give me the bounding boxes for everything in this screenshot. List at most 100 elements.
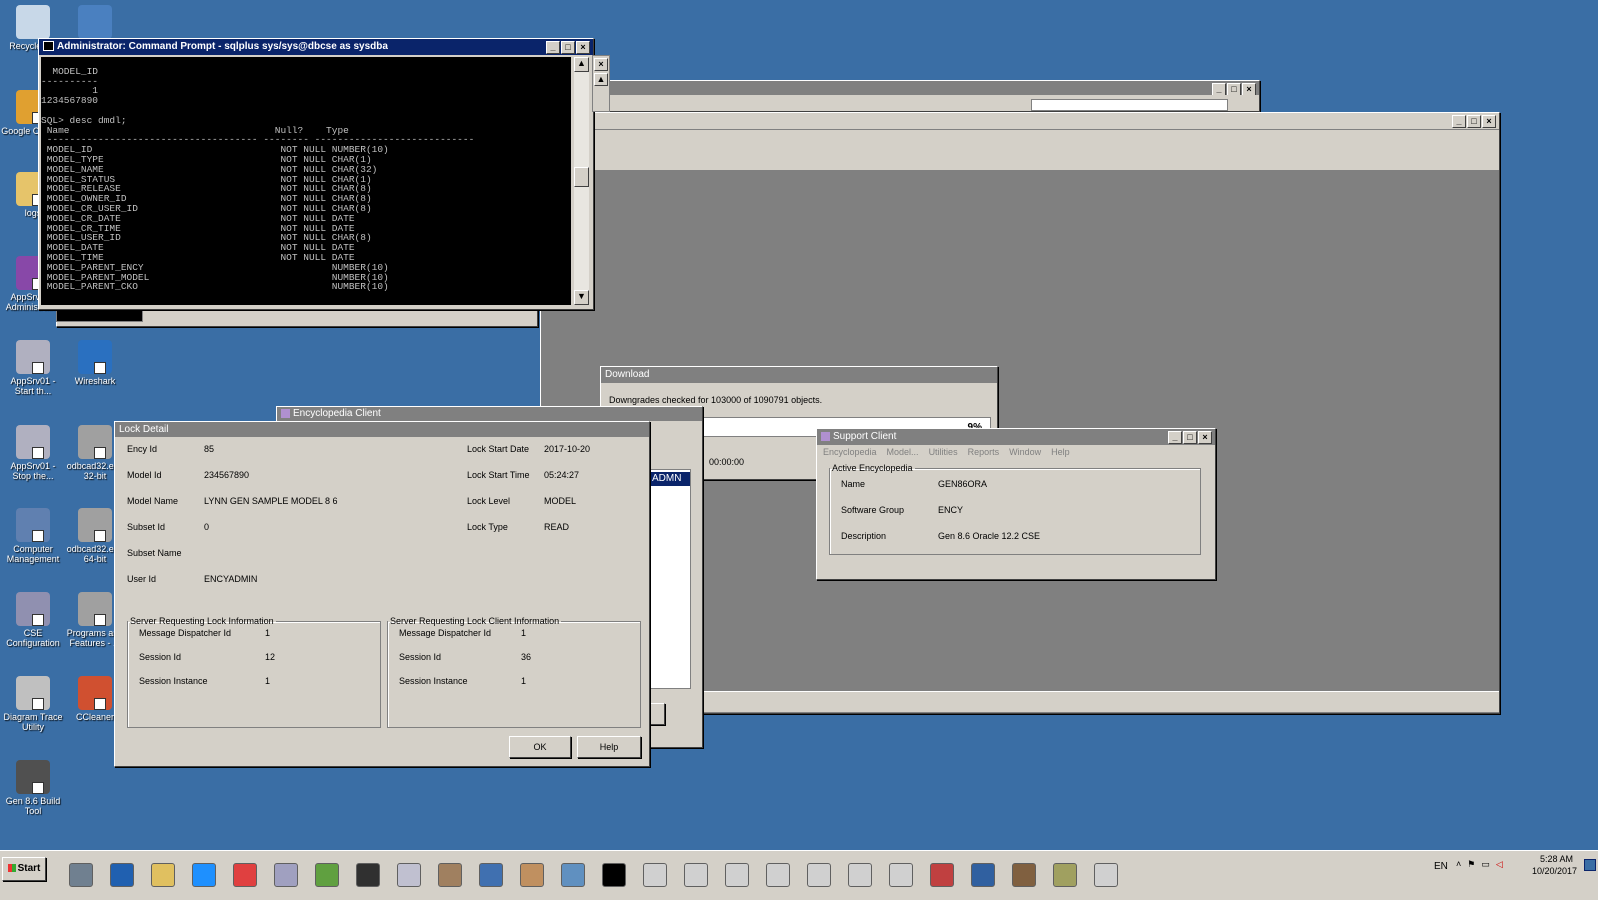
taskbar-button[interactable] [435,859,465,889]
background-window-2[interactable]: _ □ × [590,80,1260,112]
desktop-icon[interactable] [62,5,128,41]
server-manager-icon [69,863,93,887]
field-value: LYNN GEN SAMPLE MODEL 8 6 [204,496,338,506]
taskbar-button[interactable] [271,859,301,889]
window-icon [1094,863,1118,887]
taskbar-button[interactable] [927,859,957,889]
shortcut-arrow-icon [94,614,106,626]
side-scroll[interactable]: × ▲ [592,55,610,112]
download-status: Downgrades checked for 103000 of 1090791… [609,395,823,405]
taskbar-button[interactable] [558,859,588,889]
cse-config-icon [16,592,50,626]
close-button[interactable]: × [576,41,590,54]
support-client-window[interactable]: Support Client _ □ × Encyclopedia Model..… [816,428,1216,580]
menu-item[interactable]: Encyclopedia [823,447,877,461]
desktop-icon[interactable]: AppSrv01 - Stop the... [0,425,66,481]
menu-item[interactable]: Model... [887,447,919,461]
diagram-trace-icon [16,676,50,710]
shortcut-arrow-icon [32,698,44,710]
desktop-icon-label: AppSrv01 - Stop the... [10,461,56,481]
cmd-output[interactable]: MODEL_ID ---------- 1 1234567890 SQL> de… [41,57,571,305]
menu-item[interactable]: Help [1051,447,1070,461]
taskbar-button[interactable] [599,859,629,889]
taskbar-button[interactable] [312,859,342,889]
taskbar-button[interactable] [763,859,793,889]
help-button[interactable]: Help [577,736,641,758]
powershell-icon [110,863,134,887]
field-label: Description [841,531,887,541]
volume-icon[interactable]: ◁ [1496,859,1503,871]
desktop-icon[interactable]: Gen 8.6 Build Tool [0,760,66,816]
taskbar-button[interactable] [107,859,137,889]
taskbar-button[interactable] [722,859,752,889]
flag-icon[interactable]: ⚑ [1467,859,1475,871]
scroll-up-icon[interactable]: ▲ [594,73,608,86]
clock-date[interactable]: 10/20/2017 [1532,866,1577,876]
command-prompt-window[interactable]: Administrator: Command Prompt - sqlplus … [38,38,594,310]
taskbar-button[interactable] [886,859,916,889]
field-label: Lock Level [467,496,511,506]
cmd-icon [602,863,626,887]
menu-item[interactable]: Utilities [929,447,958,461]
desktop-icon-label: Diagram Trace Utility [3,712,63,732]
desktop-icon[interactable]: Computer Management [0,508,66,564]
desktop-icon-label: Computer Management [6,544,60,564]
download-title: Download [605,369,650,380]
taskbar-button[interactable] [476,859,506,889]
group-row-value: 1 [521,676,527,686]
window-icon [725,863,749,887]
network-icon[interactable]: ▭ [1481,859,1490,871]
appsrv-start-icon [16,340,50,374]
list-item[interactable]: ADMN [648,472,690,486]
menu-item[interactable]: Reports [968,447,1000,461]
close-icon[interactable]: × [594,58,608,71]
desktop-icon[interactable]: AppSrv01 - Start th... [0,340,66,396]
active-encyclopedia-legend: Active Encyclopedia [832,463,913,473]
programs-features-icon [78,592,112,626]
field-value: GEN86ORA [938,479,988,489]
taskbar-button[interactable] [681,859,711,889]
server-lock-info-legend: Server Requesting Lock Information [130,616,274,626]
close-button[interactable]: × [1198,431,1212,444]
perfmon-icon [315,863,339,887]
taskbar-button[interactable] [230,859,260,889]
chevron-up-icon[interactable]: ˄ [1456,859,1461,871]
lock-detail-title: Lock Detail [119,424,169,435]
desktop-icon[interactable]: Wireshark [62,340,128,386]
menu-item[interactable]: Window [1009,447,1041,461]
taskbar-button[interactable] [1050,859,1080,889]
taskbar-button[interactable] [1091,859,1121,889]
group-row-label: Message Dispatcher Id [399,628,492,638]
taskbar-button[interactable] [394,859,424,889]
taskbar-button[interactable] [968,859,998,889]
show-desktop-icon[interactable] [1584,859,1596,871]
desktop-icon[interactable]: CSE Configuration [0,592,66,648]
lock-detail-window[interactable]: Lock Detail Ency Id 85 Model Id 234567890 Mo… [114,421,650,767]
taskbar-button[interactable] [66,859,96,889]
desktop-icon[interactable]: Diagram Trace Utility [0,676,66,732]
taskbar-button[interactable] [1009,859,1039,889]
taskbar-button[interactable] [804,859,834,889]
taskbar-button[interactable] [640,859,670,889]
cmd-scrollbar[interactable]: ▲ ▼ [574,57,589,305]
cmd-title-bar[interactable]: Administrator: Command Prompt - sqlplus … [39,39,593,55]
minimize-button[interactable]: _ [546,41,560,54]
start-button[interactable]: Start [2,857,46,881]
scrollbar-thumb[interactable] [574,167,589,187]
clock-time[interactable]: 5:28 AM [1540,854,1573,864]
field-label: Ency Id [127,444,158,454]
taskbar-button[interactable] [189,859,219,889]
minimize-button[interactable]: _ [1168,431,1182,444]
taskbar-button[interactable] [845,859,875,889]
ok-button[interactable]: OK [509,736,571,758]
ency-list[interactable]: ADMN [647,469,691,689]
appsrv-stop-icon [16,425,50,459]
maximize-button[interactable]: □ [561,41,575,54]
taskbar-button[interactable] [148,859,178,889]
maximize-button[interactable]: □ [1183,431,1197,444]
taskbar-button[interactable] [353,859,383,889]
language-indicator[interactable]: EN [1434,861,1448,872]
group-row-value: 1 [265,676,271,686]
field-value: Gen 8.6 Oracle 12.2 CSE [938,531,1041,541]
taskbar-button[interactable] [517,859,547,889]
